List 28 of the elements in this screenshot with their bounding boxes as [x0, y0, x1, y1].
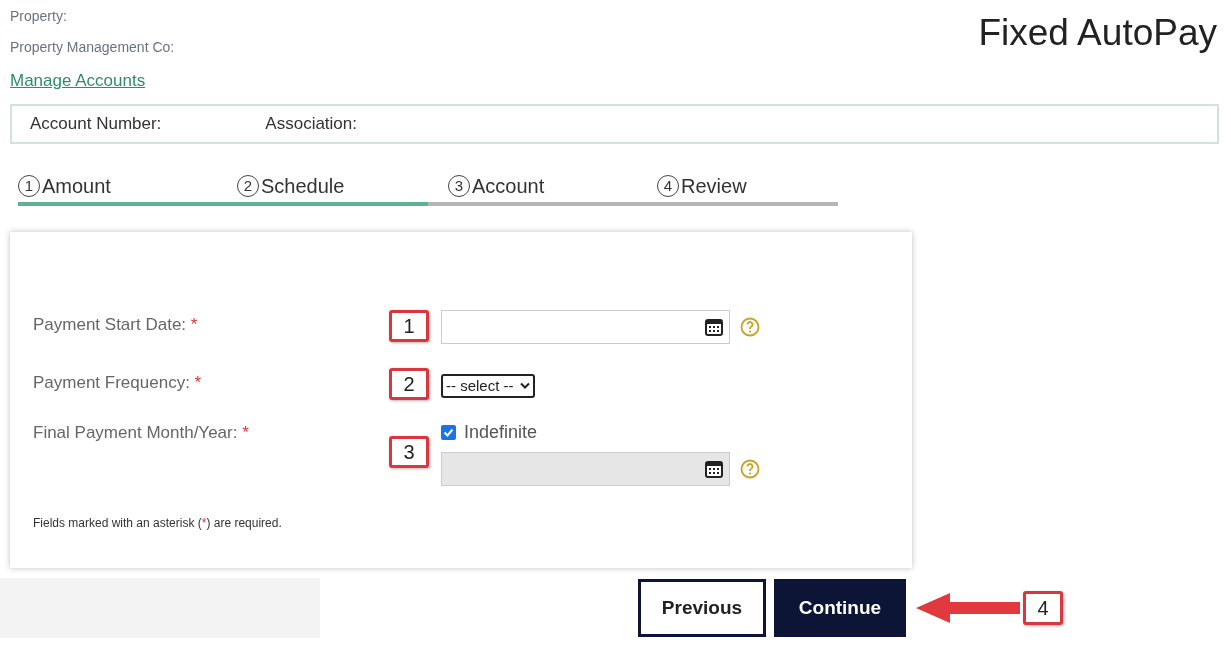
field-label: Payment Frequency: * — [33, 372, 203, 394]
frequency-select[interactable]: -- select -- — [441, 374, 535, 398]
help-icon[interactable] — [740, 459, 760, 479]
arrow-icon — [914, 591, 1022, 625]
association-label: Association: — [265, 113, 357, 136]
help-icon[interactable] — [740, 317, 760, 337]
step-label[interactable]: Review — [681, 171, 747, 201]
manage-accounts-link[interactable]: Manage Accounts — [10, 68, 146, 94]
step-label[interactable]: Account — [472, 171, 545, 201]
field-label: Payment Start Date: * — [33, 314, 199, 336]
date-input-field[interactable] — [441, 310, 730, 344]
field-label: Final Payment Month/Year: * — [33, 422, 250, 444]
calendar-icon[interactable] — [705, 318, 723, 336]
property-label: Property: — [10, 7, 68, 26]
callout-number: 1 — [389, 310, 429, 342]
step-label[interactable]: Schedule — [261, 171, 345, 201]
page-title: Fixed AutoPay — [978, 14, 1217, 55]
callout-number: 3 — [389, 436, 429, 468]
checkbox-label: Indefinite — [464, 420, 538, 444]
callout-number: 2 — [389, 368, 429, 400]
callout-number: 4 — [1023, 591, 1063, 625]
chevron-down-icon — [519, 382, 530, 390]
management-label: Property Management Co: — [10, 38, 175, 57]
required-fields-note: Fields marked with an asterisk (*) are required. — [33, 515, 283, 532]
previous-button[interactable]: Previous — [638, 579, 766, 637]
account-number-label: Account Number: — [30, 113, 162, 136]
continue-button[interactable]: Continue — [774, 579, 906, 637]
step-label[interactable]: Amount — [42, 171, 111, 201]
